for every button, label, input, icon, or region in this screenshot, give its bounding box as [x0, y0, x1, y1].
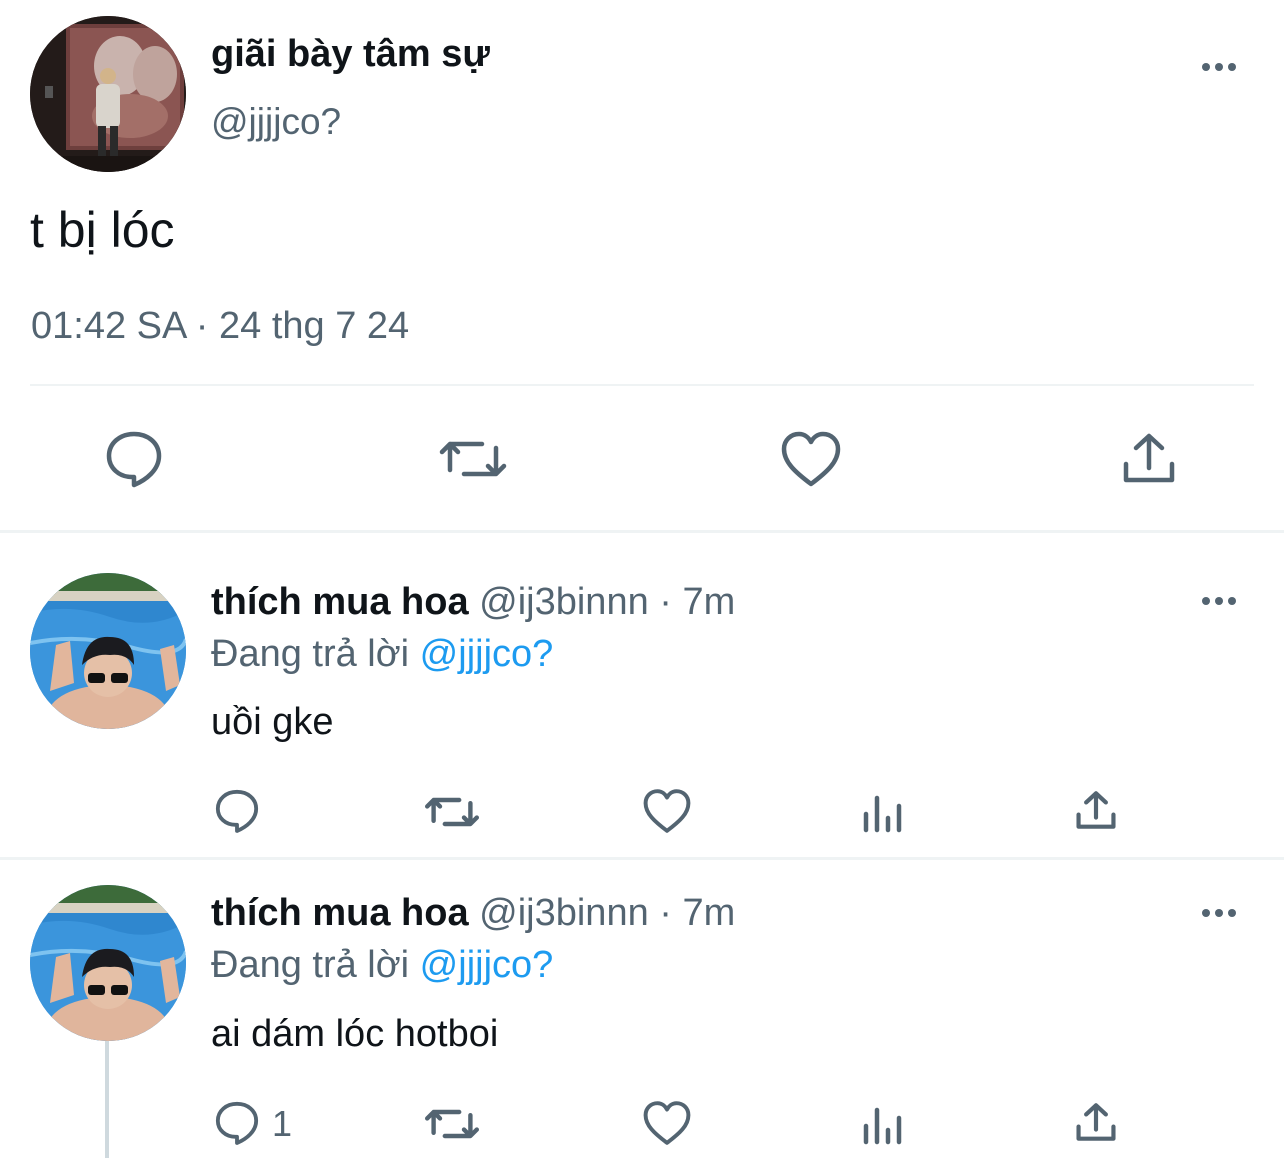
analytics-icon[interactable] — [860, 790, 904, 834]
replying-to-link[interactable]: @jjjjco? — [420, 944, 554, 986]
main-author-avatar[interactable] — [30, 16, 186, 172]
replying-to-line: Đang trả lời @jjjjco? — [211, 941, 553, 989]
replying-to-link[interactable]: @jjjjco? — [420, 633, 554, 675]
avatar-photo — [30, 16, 186, 172]
reply-text: uồi gke — [211, 701, 334, 743]
replying-to-prefix: Đang trả lời — [211, 944, 410, 986]
analytics-icon[interactable] — [860, 1102, 904, 1146]
reply-author-name[interactable]: thích mua hoa — [211, 581, 469, 623]
main-author-handle[interactable]: @jjjjco? — [211, 99, 341, 145]
section-divider — [0, 530, 1284, 533]
reply-icon[interactable] — [214, 788, 260, 834]
main-author-name[interactable]: giãi bày tâm sự — [211, 30, 490, 78]
header-separator: · — [659, 581, 672, 623]
section-divider — [0, 857, 1284, 860]
replying-to-line: Đang trả lời @jjjjco? — [211, 630, 553, 678]
more-options-icon[interactable] — [1202, 909, 1236, 917]
like-icon[interactable] — [642, 788, 692, 834]
main-tweet-timestamp[interactable]: 01:42 SA · 24 thg 7 24 — [31, 303, 409, 349]
more-options-icon[interactable] — [1202, 63, 1236, 71]
reply-author-avatar[interactable] — [30, 885, 186, 1041]
reply-count: 1 — [272, 1103, 293, 1144]
retweet-icon[interactable] — [424, 792, 480, 832]
like-icon[interactable] — [642, 1100, 692, 1146]
like-icon[interactable] — [780, 430, 842, 488]
reply-author-handle[interactable]: @ij3binnn — [479, 581, 649, 623]
share-icon[interactable] — [1074, 788, 1118, 832]
divider — [30, 384, 1254, 386]
more-options-icon[interactable] — [1202, 597, 1236, 605]
main-tweet-text: t bị lóc — [30, 202, 175, 258]
reply-author-avatar[interactable] — [30, 573, 186, 729]
share-icon[interactable] — [1074, 1100, 1118, 1144]
thread-line — [105, 1040, 109, 1158]
reply-header: thích mua hoa @ij3binnn · 7m — [211, 578, 735, 626]
reply-author-name[interactable]: thích mua hoa — [211, 892, 469, 934]
avatar-photo — [30, 573, 186, 729]
replying-to-prefix: Đang trả lời — [211, 633, 410, 675]
share-icon[interactable] — [1120, 430, 1178, 486]
retweet-icon[interactable] — [438, 434, 508, 484]
reply-icon[interactable] — [104, 430, 164, 488]
reply-header: thích mua hoa @ij3binnn · 7m — [211, 889, 735, 937]
retweet-icon[interactable] — [424, 1104, 480, 1144]
reply-time[interactable]: 7m — [683, 581, 736, 623]
reply-text: ai dám lóc hotboi — [211, 1013, 499, 1055]
reply-author-handle[interactable]: @ij3binnn — [479, 892, 649, 934]
header-separator: · — [659, 892, 672, 934]
avatar-photo — [30, 885, 186, 1041]
reply-time[interactable]: 7m — [683, 892, 736, 934]
reply-icon[interactable] — [214, 1100, 260, 1146]
